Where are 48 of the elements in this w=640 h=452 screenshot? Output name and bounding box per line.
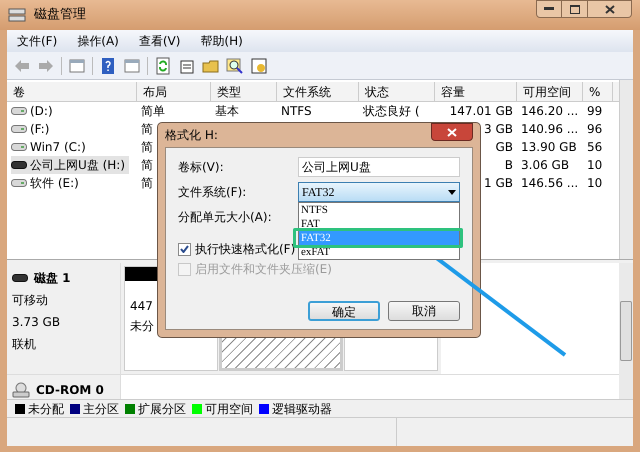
table-cell-text: 146.20 ... [521,103,578,120]
table-cell-text: 146.56 ... [521,175,578,192]
legend-label: 未分配 [28,400,64,418]
disk-name: 磁盘 1 [34,270,71,287]
volume-name: 公司上网U盘 (H:) [30,157,126,174]
field-label: 卷标(V): [178,159,225,176]
legend-label: 主分区 [83,400,119,418]
window-title: 磁盘管理 [34,6,86,24]
partition-label: 447 [130,298,154,315]
table-cell-text: 状态良好 ( [363,103,420,120]
table-cell-text: 140.96 ... [521,121,578,138]
legend-label: 扩展分区 [138,400,186,418]
checkbox-label: 启用文件和文件夹压缩(E) [195,261,332,278]
table-cell-text: B [504,157,513,174]
table-cell-text: 简 [141,139,153,156]
table-cell-text: 简 [141,121,153,138]
dialog-title: 格式化 H: [165,127,218,144]
table-cell-text: 96 [587,121,602,138]
table-cell-text: 147.01 GB [450,103,513,120]
volume-name: 软件 (E:) [30,175,79,192]
field-label: 文件系统(F): [178,184,248,201]
table-cell-text: 10 [587,157,602,174]
table-cell-text: 简 [141,157,153,174]
table-cell-text: 简 [141,175,153,192]
dropdown-value: FAT32 [302,184,334,201]
legend-label: 可用空间 [205,400,253,418]
disk-detail: 联机 [12,336,37,353]
field-label: 分配单元大小(A): [178,209,272,226]
table-cell-text: 99 [587,103,602,120]
table-cell-text: 56 [587,139,602,156]
table-cell-text: 简单 [141,103,165,120]
disk-detail: 可移动 [12,292,49,309]
table-cell-text: NTFS [281,103,312,120]
disk-name: CD-ROM 0 [36,382,104,399]
table-cell-text: 3.06 GB [521,157,570,174]
legend-label: 逻辑驱动器 [272,400,332,418]
disk-detail: 3.73 GB [12,314,62,331]
partition-label: 未分 [130,318,155,335]
table-cell-text: 1 GB [484,175,513,192]
table-cell-text: 13.90 GB [521,139,577,156]
table-cell-text: GB [495,139,513,156]
checkbox-label: 执行快速格式化(F) [195,241,296,258]
volume-name: (D:) [30,103,53,120]
table-cell-text: 10 [587,175,602,192]
table-cell-text: 3 GB [484,121,513,138]
volume-name: (F:) [30,121,50,138]
volume-name: Win7 (C:) [30,139,86,156]
table-cell-text: 基本 [215,103,239,120]
